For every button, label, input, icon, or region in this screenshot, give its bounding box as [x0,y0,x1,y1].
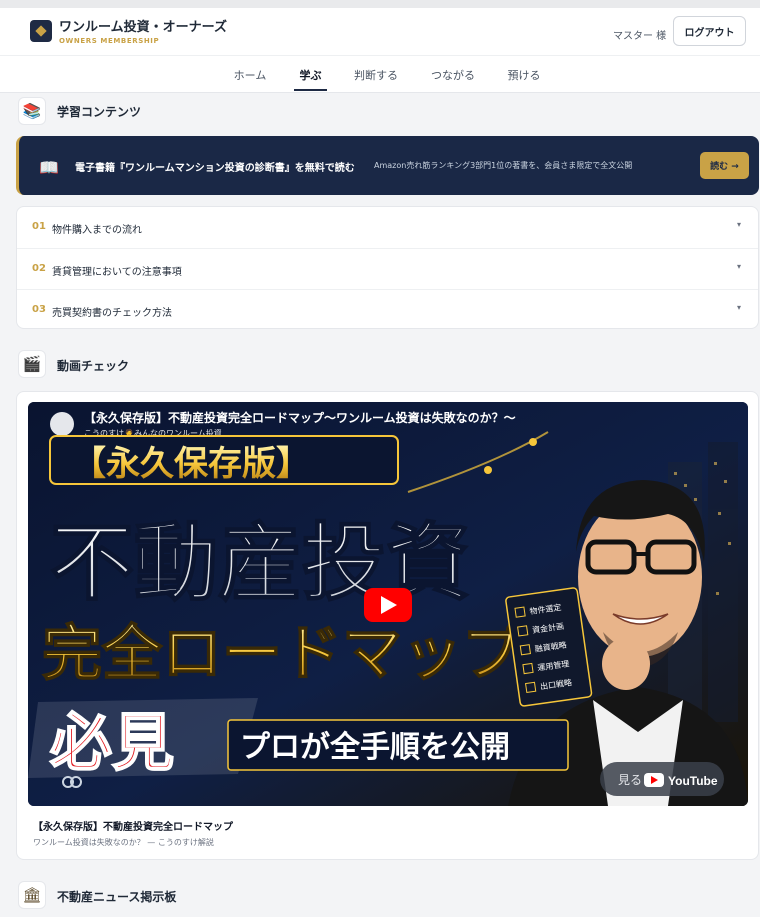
top-strip [0,0,760,8]
accordion-item[interactable]: 01 物件購入までの流れ ▾ [17,207,758,248]
video-title[interactable]: 【永久保存版】不動産投資完全ロードマップ [33,818,233,833]
tab-learn[interactable]: 学ぶ [294,60,327,91]
channel-avatar[interactable] [50,412,74,436]
section-title-video: 動画チェック [57,359,130,373]
tab-judge[interactable]: 判断する [348,60,404,90]
read-button[interactable]: 読む → [700,152,749,179]
brand-subtitle: OWNERS MEMBERSHIP [59,37,160,45]
watch-on-youtube-button[interactable]: 見る YouTube [600,762,724,796]
section-title-news: 不動産ニュース掲示板 [57,890,177,904]
video-card: 【永久保存版】不動産投資完全ロードマップ〜ワンルーム投資は失敗なのか？〜 こうの… [16,391,759,860]
caret-down-icon[interactable]: ▾ [737,303,741,312]
thumb-badge: 【永久保存版】 [72,445,310,483]
item-number: 03 [32,304,46,315]
ebook-title: 電子書籍『ワンルームマンション投資の診断書』を無料で読む [75,163,355,174]
ebook-banner[interactable]: 📖 電子書籍『ワンルームマンション投資の診断書』を無料で読む Amazon売れ筋… [16,136,759,195]
caret-down-icon[interactable]: ▾ [737,262,741,271]
nav-divider [0,55,760,56]
video-thumbnail[interactable]: 【永久保存版】不動産投資完全ロードマップ〜ワンルーム投資は失敗なのか？〜 こうの… [28,402,748,806]
thumb-headline2: 完全ロードマップ [42,620,522,687]
video-subtitle: ワンルーム投資は失敗なのか？ — こうのすけ解説 [33,838,214,847]
thumb-top-title: 【永久保存版】不動産投資完全ロードマップ〜ワンルーム投資は失敗なのか？〜 [84,410,516,425]
watch-label: 見る [618,773,642,787]
ebook-description: Amazon売れ筋ランキング3部門1位の著書を、会員さま限定で全文公開 [374,161,633,170]
item-number: 01 [32,221,46,232]
learning-accordion: 01 物件購入までの流れ ▾ 02 賃貸管理においての注意事項 ▾ 03 売買契… [16,206,759,329]
item-label: 賃貸管理においての注意事項 [52,267,182,278]
tab-home[interactable]: ホーム [227,60,273,90]
accordion-item[interactable]: 03 売買契約書のチェック方法 ▾ [17,289,758,330]
item-label: 物件購入までの流れ [52,225,142,236]
item-label: 売買契約書のチェック方法 [52,308,172,319]
tab-deposit[interactable]: 預ける [502,60,546,90]
accordion-item[interactable]: 02 賃貸管理においての注意事項 ▾ [17,248,758,289]
video-icon: 🎬 [18,350,46,378]
brand-title[interactable]: ワンルーム投資・オーナーズ [59,16,227,35]
section-title-learning: 学習コンテンツ [57,105,142,119]
youtube-label: YouTube [668,774,718,788]
top-header: ワンルーム投資・オーナーズ OWNERS MEMBERSHIP マスター 様 ロ… [0,0,760,93]
thumb-pro-text: プロが全手順を公開 [240,730,510,764]
item-number: 02 [32,263,46,274]
caret-down-icon[interactable]: ▾ [737,220,741,229]
open-book-icon: 📖 [39,158,59,177]
play-button[interactable] [364,588,412,622]
tab-connect[interactable]: つながる [425,60,481,90]
brand-logo-icon[interactable] [30,20,52,42]
thumb-must-see: 必見 [50,709,174,778]
logout-button[interactable]: ログアウト [673,16,746,46]
bank-icon: 🏛 [18,881,46,909]
user-name: マスター 様 [613,31,667,42]
book-shelf-icon: 📚 [18,97,46,125]
